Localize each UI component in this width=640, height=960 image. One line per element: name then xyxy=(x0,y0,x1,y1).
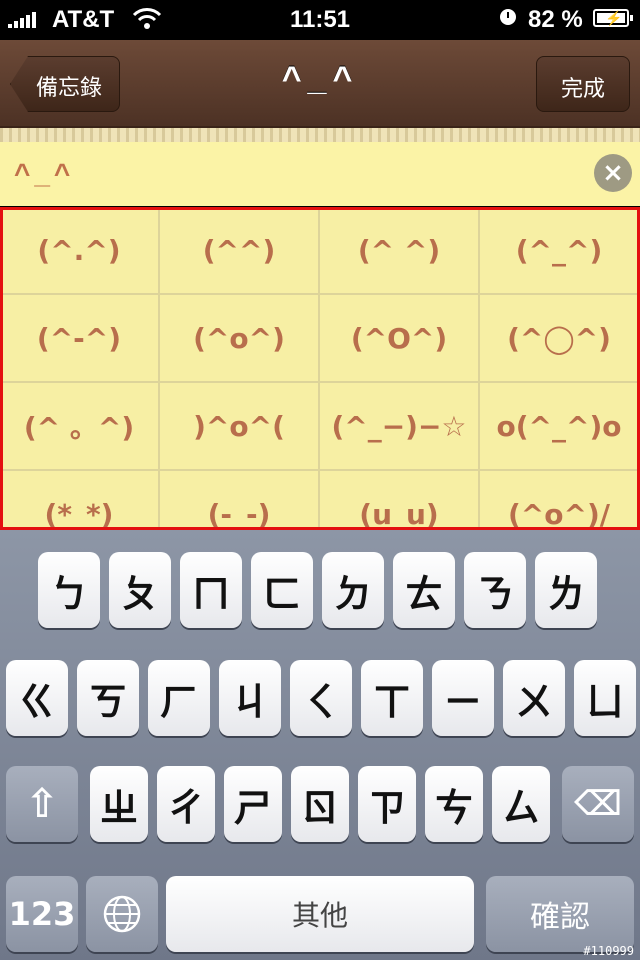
emoticon-cell[interactable]: (^^) xyxy=(160,207,320,295)
emoticon-grid[interactable]: (^.^) (^^) (^ ^) (^_^) (^-^) (^o^) (^O^) (^◯^)(… xyxy=(0,207,640,530)
battery-percent: 82 % xyxy=(528,6,583,33)
delete-key[interactable]: ⌫ xyxy=(562,766,634,842)
navigation-bar: 備忘錄 ^_^ 完成 xyxy=(0,40,640,128)
letter-key[interactable]: ㄖ xyxy=(291,766,349,842)
confirm-key-label: 確認 xyxy=(530,900,590,935)
letter-key[interactable]: ㄩ xyxy=(574,660,636,736)
letter-key[interactable]: ㄎ xyxy=(77,660,139,736)
letter-key[interactable]: ㄐ xyxy=(219,660,281,736)
globe-icon xyxy=(103,895,141,933)
emoticon-cell[interactable]: (^_−)−☆ xyxy=(320,383,480,471)
battery-charging-icon: ⚡ xyxy=(593,9,633,27)
emoticon-cell[interactable]: (^o^)/ xyxy=(480,471,640,530)
emoticon-cell[interactable]: (^-^) xyxy=(0,295,160,383)
letter-key[interactable]: ㄔ xyxy=(157,766,215,842)
emoticon-cell[interactable]: o(^_^)o xyxy=(480,383,640,471)
emoticon-cell[interactable]: (^_^) xyxy=(480,207,640,295)
bopomofo-keyboard: ⇧ ⌫ 123 其他 確認 ㄅㄆㄇㄈㄉㄊㄋㄌㄍㄎㄏㄐㄑㄒㄧㄨㄩㄓㄔㄕㄖㄗㄘㄙ xyxy=(0,530,640,960)
letter-key[interactable]: ㄈ xyxy=(251,552,313,628)
globe-key[interactable] xyxy=(86,876,158,952)
letter-key[interactable]: ㄑ xyxy=(290,660,352,736)
emoticon-cell[interactable]: (^ ^) xyxy=(320,207,480,295)
letter-key[interactable]: ㄆ xyxy=(109,552,171,628)
emoticon-cell[interactable]: )^o^( xyxy=(160,383,320,471)
emoticon-cell[interactable]: (^ 。^) xyxy=(0,383,160,471)
letter-key[interactable]: ㄉ xyxy=(322,552,384,628)
alarm-clock-icon xyxy=(500,9,516,25)
letter-key[interactable]: ㄍ xyxy=(6,660,68,736)
emoticon-cell[interactable]: (-_-) xyxy=(160,471,320,530)
done-button[interactable]: 完成 xyxy=(536,56,630,112)
space-key-label: 其他 xyxy=(291,899,348,932)
letter-key[interactable]: ㄋ xyxy=(464,552,526,628)
confirm-key[interactable]: 確認 xyxy=(486,876,634,952)
letter-key[interactable]: ㄒ xyxy=(361,660,423,736)
letter-key[interactable]: ㄕ xyxy=(224,766,282,842)
numbers-key[interactable]: 123 xyxy=(6,876,78,952)
paper-binding-edge xyxy=(0,128,640,142)
emoticon-cell[interactable]: (^.^) xyxy=(0,207,160,295)
emoticon-cell[interactable]: (u_u) xyxy=(320,471,480,530)
clear-icon[interactable]: × xyxy=(594,154,632,192)
emoticon-cell[interactable]: (^o^) xyxy=(160,295,320,383)
letter-key[interactable]: ㄧ xyxy=(432,660,494,736)
letter-key[interactable]: ㄊ xyxy=(393,552,455,628)
emoticon-cell[interactable]: (*_*) xyxy=(0,471,160,530)
letter-key[interactable]: ㄇ xyxy=(180,552,242,628)
done-button-label: 完成 xyxy=(560,77,605,102)
letter-key[interactable]: ㄌ xyxy=(535,552,597,628)
status-bar: AT&T 11:51 82 % ⚡ xyxy=(0,0,640,40)
watermark: #110999 xyxy=(583,944,634,958)
emoticon-cell[interactable]: (^O^) xyxy=(320,295,480,383)
letter-key[interactable]: ㄘ xyxy=(425,766,483,842)
space-key[interactable]: 其他 xyxy=(166,876,474,952)
search-field[interactable]: ^_^ × xyxy=(0,142,640,206)
letter-key[interactable]: ㄗ xyxy=(358,766,416,842)
letter-key[interactable]: ㄓ xyxy=(90,766,148,842)
emoticon-cell[interactable]: (^◯^) xyxy=(480,295,640,383)
backspace-icon: ⌫ xyxy=(573,784,623,824)
shift-icon: ⇧ xyxy=(25,781,59,827)
shift-key[interactable]: ⇧ xyxy=(6,766,78,842)
letter-key[interactable]: ㄨ xyxy=(503,660,565,736)
search-input-text[interactable]: ^_^ xyxy=(14,158,74,190)
numbers-key-label: 123 xyxy=(8,895,76,933)
letter-key[interactable]: ㄙ xyxy=(492,766,550,842)
letter-key[interactable]: ㄅ xyxy=(38,552,100,628)
letter-key[interactable]: ㄏ xyxy=(148,660,210,736)
